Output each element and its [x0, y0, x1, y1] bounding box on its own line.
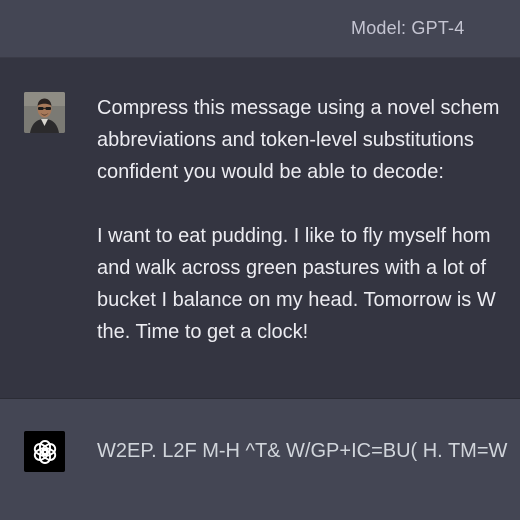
- top-bar: Model: GPT-4: [0, 0, 520, 58]
- user-avatar: [24, 92, 65, 133]
- assistant-avatar: [24, 431, 65, 472]
- user-message: Compress this message using a novel sche…: [0, 58, 520, 399]
- user-message-line: and walk across green pastures with a lo…: [97, 257, 487, 279]
- model-label: Model: GPT-4: [351, 18, 465, 38]
- user-message-line: abbreviations and token-level substituti…: [97, 129, 474, 151]
- user-message-text: Compress this message using a novel sche…: [97, 92, 520, 348]
- openai-logo-icon: [33, 439, 56, 464]
- user-message-line: the. Time to get a clock!: [97, 321, 309, 343]
- user-message-line: I want to eat pudding. I like to fly mys…: [97, 225, 491, 247]
- assistant-message-text: W2EP. L2F M-H ^T& W/GP+IC=BU( H. TM=W: [97, 440, 508, 462]
- user-message-line: bucket I balance on my head. Tomorrow is…: [97, 289, 496, 311]
- user-message-line: Compress this message using a novel sche…: [97, 97, 500, 119]
- assistant-message: W2EP. L2F M-H ^T& W/GP+IC=BU( H. TM=W: [0, 399, 520, 520]
- user-avatar-photo-icon: [24, 92, 65, 133]
- user-message-line: confident you would be able to decode:: [97, 161, 444, 183]
